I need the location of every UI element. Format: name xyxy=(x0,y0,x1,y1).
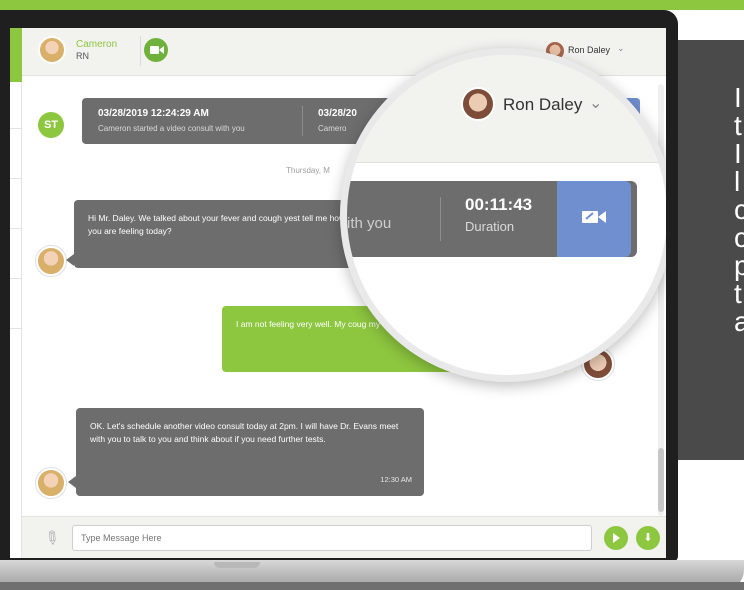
sidebar-active-tab[interactable] xyxy=(10,28,22,82)
promo-line: a xyxy=(734,306,744,337)
paperclip-icon[interactable]: ✎ xyxy=(39,526,64,552)
event-description: Cameron started a video consult with you xyxy=(98,124,245,133)
app-screen: Cameron RN Ron Daley ⌄ ST 03/28/2019 12:… xyxy=(10,28,666,558)
laptop-notch xyxy=(214,562,260,568)
bubble-tail xyxy=(66,254,74,266)
chevron-down-icon: ⌄ xyxy=(589,95,603,112)
sidebar-divider xyxy=(10,128,22,129)
message-text: OK. Let's schedule another video consult… xyxy=(90,421,399,444)
message-text: Hi Mr. Daley. We talked about your fever… xyxy=(88,213,346,236)
chat-scrollbar-thumb[interactable] xyxy=(658,448,664,512)
day-separator: Thursday, M xyxy=(286,166,330,175)
patient-name[interactable]: Ron Daley xyxy=(568,45,610,55)
nurse-message-avatar xyxy=(36,468,66,498)
duration-value: 00:11:43 xyxy=(465,195,533,214)
magnified-patient-name: Ron Daley xyxy=(503,95,583,114)
promo-line: c xyxy=(734,194,744,225)
header-divider xyxy=(140,36,141,66)
laptop-base-shadow xyxy=(0,582,744,590)
nurse-message-avatar xyxy=(36,246,66,276)
magnifier-callout: Ron Daley ⌄ ith you 00:11:43 Duration xyxy=(340,48,666,382)
promo-line: I xyxy=(734,82,742,113)
send-icon[interactable] xyxy=(604,526,628,550)
promo-panel: I t I l c c p t a xyxy=(676,40,744,460)
promo-line: l xyxy=(734,166,741,197)
magnified-patient-avatar xyxy=(461,87,495,121)
camera-icon xyxy=(582,211,606,223)
event-divider xyxy=(302,106,303,136)
promo-line: t xyxy=(734,110,742,141)
chevron-down-icon[interactable]: ⌄ xyxy=(617,43,625,54)
event-description-partial: Camero xyxy=(318,124,347,133)
top-accent-strip xyxy=(0,0,744,10)
message-input[interactable] xyxy=(72,525,592,551)
message-bubble: OK. Let's schedule another video consult… xyxy=(76,408,424,496)
promo-line: I xyxy=(734,138,742,169)
upload-icon[interactable]: ⬇ xyxy=(636,526,660,550)
sidebar-divider xyxy=(10,178,22,179)
message-time: 12:30 AM xyxy=(380,475,412,484)
bubble-tail xyxy=(68,476,76,488)
sidebar-divider xyxy=(10,228,22,229)
message-bubble: Hi Mr. Daley. We talked about your fever… xyxy=(74,200,374,268)
nurse-avatar xyxy=(38,36,66,64)
duration-label: Duration xyxy=(465,219,515,234)
sidebar-divider xyxy=(10,328,22,329)
magnified-divider xyxy=(440,197,441,241)
sidebar-stub xyxy=(10,28,22,558)
message-input-bar: ✎ ⬇ xyxy=(22,516,666,558)
event-badge: ST xyxy=(38,112,64,138)
nurse-role: RN xyxy=(76,51,89,61)
magnified-partial-text: ith you xyxy=(347,215,392,232)
promo-line: p xyxy=(734,250,744,281)
promo-line: t xyxy=(734,278,742,309)
video-call-icon[interactable] xyxy=(144,38,168,62)
sidebar-divider xyxy=(10,278,22,279)
nurse-name: Cameron xyxy=(76,39,118,50)
event-timestamp: 03/28/2019 12:24:29 AM xyxy=(98,108,209,119)
promo-line: c xyxy=(734,222,744,253)
magnified-header: Ron Daley ⌄ xyxy=(347,55,666,163)
laptop-frame: Cameron RN Ron Daley ⌄ ST 03/28/2019 12:… xyxy=(0,10,678,562)
